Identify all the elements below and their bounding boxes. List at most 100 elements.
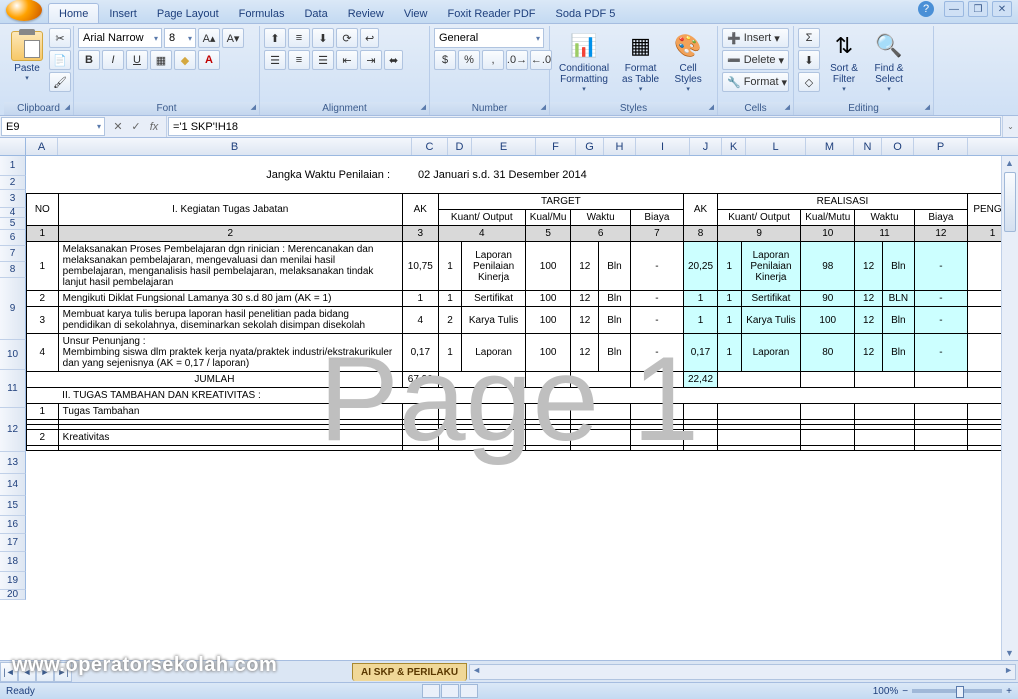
- zoom-slider[interactable]: [912, 689, 1002, 693]
- row-header-19[interactable]: 19: [0, 572, 26, 590]
- cell-styles-button[interactable]: 🎨Cell Styles▾: [667, 28, 709, 96]
- close-icon[interactable]: ✕: [992, 1, 1012, 17]
- currency-button[interactable]: $: [434, 50, 456, 70]
- help-icon[interactable]: ?: [918, 1, 934, 17]
- conditional-formatting-button[interactable]: 📊Conditional Formatting▾: [554, 28, 614, 96]
- copy-button[interactable]: 📄: [49, 50, 71, 70]
- format-cells-button[interactable]: 🔧 Format ▾: [722, 72, 789, 92]
- minimize-icon[interactable]: ―: [944, 1, 964, 17]
- normal-view-button[interactable]: [422, 684, 440, 698]
- align-middle-button[interactable]: ≡: [288, 28, 310, 48]
- col-header-J[interactable]: J: [690, 138, 722, 155]
- row-header-5[interactable]: 5: [0, 218, 26, 230]
- page-break-view-button[interactable]: [460, 684, 478, 698]
- row-header-6[interactable]: 6: [0, 230, 26, 246]
- align-top-button[interactable]: ⬆: [264, 28, 286, 48]
- fill-color-button[interactable]: ◆: [174, 50, 196, 70]
- sort-filter-button[interactable]: ⇅Sort & Filter▾: [823, 28, 865, 96]
- inc-decimal-button[interactable]: .0→: [506, 50, 528, 70]
- tab-page-layout[interactable]: Page Layout: [147, 4, 229, 23]
- grow-font-button[interactable]: A▴: [198, 28, 220, 48]
- tab-review[interactable]: Review: [338, 4, 394, 23]
- percent-button[interactable]: %: [458, 50, 480, 70]
- zoom-level[interactable]: 100%: [873, 686, 899, 697]
- horizontal-scrollbar[interactable]: [469, 664, 1016, 680]
- col-header-F[interactable]: F: [536, 138, 576, 155]
- row-header-14[interactable]: 14: [0, 474, 26, 496]
- tab-view[interactable]: View: [394, 4, 438, 23]
- delete-cells-button[interactable]: ➖ Delete ▾: [722, 50, 789, 70]
- merge-button[interactable]: ⬌: [384, 50, 403, 70]
- paste-button[interactable]: Paste ▾: [8, 28, 46, 85]
- tab-data[interactable]: Data: [294, 4, 337, 23]
- row-header-17[interactable]: 17: [0, 534, 26, 552]
- worksheet-grid[interactable]: ABCDEFGHIJKLMNOP 12345678910111213141516…: [0, 138, 1018, 660]
- col-header-P[interactable]: P: [914, 138, 968, 155]
- indent-inc-button[interactable]: ⇥: [360, 50, 382, 70]
- col-header-G[interactable]: G: [576, 138, 604, 155]
- expand-formula-icon[interactable]: ⌄: [1002, 116, 1018, 137]
- font-size-combo[interactable]: 8: [164, 28, 196, 48]
- tab-insert[interactable]: Insert: [99, 4, 147, 23]
- font-name-combo[interactable]: Arial Narrow: [78, 28, 162, 48]
- col-header-E[interactable]: E: [472, 138, 536, 155]
- align-left-button[interactable]: ☰: [264, 50, 286, 70]
- page-layout-view-button[interactable]: [441, 684, 459, 698]
- row-header-13[interactable]: 13: [0, 452, 26, 474]
- dec-decimal-button[interactable]: ←.0: [530, 50, 552, 70]
- col-header-B[interactable]: B: [58, 138, 412, 155]
- border-button[interactable]: ▦: [150, 50, 172, 70]
- tab-home[interactable]: Home: [48, 3, 99, 23]
- col-header-M[interactable]: M: [806, 138, 854, 155]
- tab-foxit[interactable]: Foxit Reader PDF: [437, 4, 545, 23]
- row-header-20[interactable]: 20: [0, 590, 26, 600]
- fx-icon[interactable]: fx: [146, 121, 162, 133]
- format-painter-button[interactable]: 🖌: [49, 72, 71, 92]
- autosum-button[interactable]: Σ: [798, 28, 820, 48]
- bold-button[interactable]: B: [78, 50, 100, 70]
- restore-icon[interactable]: ❐: [968, 1, 988, 17]
- sheet-tab[interactable]: AI SKP & PERILAKU: [352, 663, 467, 681]
- office-button[interactable]: [6, 0, 42, 21]
- vertical-scrollbar[interactable]: [1001, 156, 1018, 660]
- col-header-O[interactable]: O: [882, 138, 914, 155]
- align-right-button[interactable]: ☰: [312, 50, 334, 70]
- row-header-9[interactable]: 9: [0, 278, 26, 340]
- wrap-text-button[interactable]: ↩: [360, 28, 379, 48]
- col-header-N[interactable]: N: [854, 138, 882, 155]
- row-header-16[interactable]: 16: [0, 516, 26, 534]
- accept-formula-icon[interactable]: ✓: [128, 120, 144, 133]
- find-select-button[interactable]: 🔍Find & Select▾: [868, 28, 910, 96]
- insert-cells-button[interactable]: ➕ Insert ▾: [722, 28, 789, 48]
- underline-button[interactable]: U: [126, 50, 148, 70]
- italic-button[interactable]: I: [102, 50, 124, 70]
- row-header-12[interactable]: 12: [0, 408, 26, 452]
- align-bottom-button[interactable]: ⬇: [312, 28, 334, 48]
- zoom-in-button[interactable]: +: [1006, 686, 1012, 697]
- format-table-button[interactable]: ▦Format as Table▾: [617, 28, 664, 96]
- col-header-I[interactable]: I: [636, 138, 690, 155]
- number-format-combo[interactable]: General: [434, 28, 544, 48]
- formula-input[interactable]: ='1 SKP'!H18: [168, 117, 1001, 136]
- row-header-11[interactable]: 11: [0, 370, 26, 408]
- indent-dec-button[interactable]: ⇤: [336, 50, 358, 70]
- row-header-3[interactable]: 3: [0, 190, 26, 208]
- col-header-D[interactable]: D: [448, 138, 472, 155]
- tab-soda[interactable]: Soda PDF 5: [546, 4, 626, 23]
- align-center-button[interactable]: ≡: [288, 50, 310, 70]
- row-header-4[interactable]: 4: [0, 208, 26, 218]
- comma-button[interactable]: ,: [482, 50, 504, 70]
- col-header-K[interactable]: K: [722, 138, 746, 155]
- orientation-button[interactable]: ⟳: [336, 28, 358, 48]
- font-color-button[interactable]: A: [198, 50, 220, 70]
- col-header-A[interactable]: A: [26, 138, 58, 155]
- row-header-1[interactable]: 1: [0, 156, 26, 176]
- zoom-out-button[interactable]: −: [902, 686, 908, 697]
- tab-formulas[interactable]: Formulas: [229, 4, 295, 23]
- select-all-button[interactable]: [0, 138, 26, 155]
- col-header-H[interactable]: H: [604, 138, 636, 155]
- col-header-L[interactable]: L: [746, 138, 806, 155]
- row-header-18[interactable]: 18: [0, 552, 26, 572]
- row-header-8[interactable]: 8: [0, 262, 26, 278]
- name-box[interactable]: E9: [1, 117, 105, 136]
